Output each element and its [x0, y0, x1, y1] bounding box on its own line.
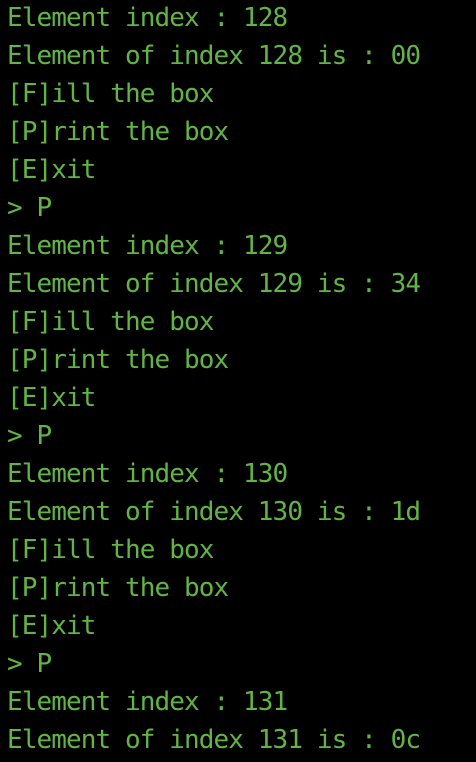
menu-option-print: [P]rint the box	[7, 345, 229, 375]
menu-option-print: [P]rint the box	[7, 573, 229, 603]
value-line: Element of index 131 is : 0c	[7, 725, 421, 755]
index-line: Element index : 128	[7, 3, 288, 33]
prompt-input-line: > P	[7, 649, 52, 679]
menu-option-fill: [F]ill the box	[7, 535, 214, 565]
terminal-window[interactable]: Element index : 128 Element of index 128…	[0, 0, 476, 762]
terminal-output: Element index : 128 Element of index 128…	[7, 0, 476, 760]
index-line: Element index : 129	[7, 231, 288, 261]
prompt-input-line: > P	[7, 421, 52, 451]
index-line: Element index : 130	[7, 459, 288, 489]
value-line: Element of index 128 is : 00	[7, 41, 421, 71]
menu-option-fill: [F]ill the box	[7, 79, 214, 109]
menu-option-fill: [F]ill the box	[7, 307, 214, 337]
value-line: Element of index 130 is : 1d	[7, 497, 421, 527]
menu-option-exit: [E]xit	[7, 383, 96, 413]
index-line: Element index : 131	[7, 687, 288, 717]
menu-option-print: [P]rint the box	[7, 117, 229, 147]
menu-option-exit: [E]xit	[7, 155, 96, 185]
prompt-input-line: > P	[7, 193, 52, 223]
value-line: Element of index 129 is : 34	[7, 269, 421, 299]
menu-option-exit: [E]xit	[7, 611, 96, 641]
